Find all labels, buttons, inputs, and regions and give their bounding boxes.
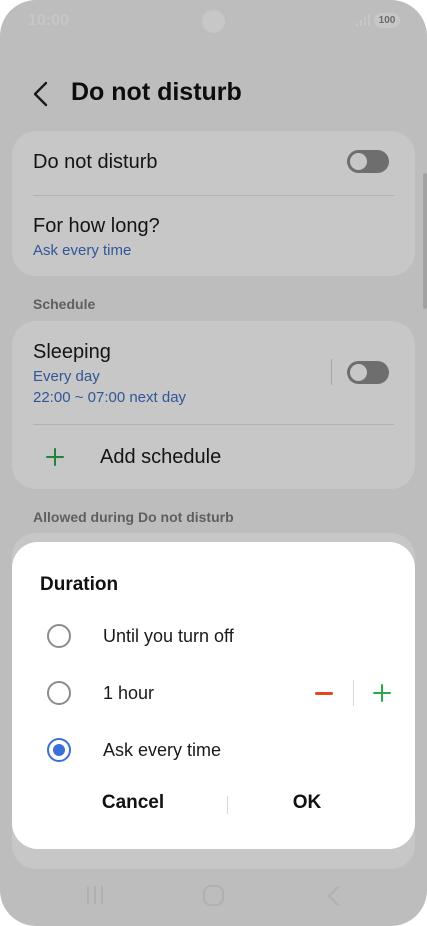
cancel-button[interactable]: Cancel — [58, 792, 208, 814]
phone-screen: 10:00 100 Do not disturb Do not disturb … — [0, 0, 427, 926]
recents-icon[interactable] — [86, 886, 104, 904]
option-until-turn-off[interactable]: Until you turn off — [12, 612, 415, 660]
plus-icon[interactable] — [373, 684, 391, 702]
back-nav-icon[interactable] — [324, 885, 344, 907]
home-icon[interactable] — [203, 885, 224, 906]
dialog-title: Duration — [40, 574, 119, 595]
option-1-hour[interactable]: 1 hour — [12, 669, 415, 717]
minus-icon[interactable] — [315, 692, 333, 695]
option-label: Ask every time — [103, 740, 222, 760]
radio-button[interactable] — [47, 681, 71, 705]
option-ask-every-time[interactable]: Ask every time — [12, 726, 415, 774]
button-separator — [227, 796, 228, 814]
option-label: 1 hour — [103, 683, 155, 703]
option-label: Until you turn off — [103, 626, 234, 646]
ok-button[interactable]: OK — [232, 792, 382, 814]
duration-dialog: Duration Until you turn off 1 hour Ask e… — [12, 542, 415, 849]
radio-button-checked[interactable] — [47, 738, 71, 762]
radio-button[interactable] — [47, 624, 71, 648]
stepper-separator — [353, 680, 354, 706]
